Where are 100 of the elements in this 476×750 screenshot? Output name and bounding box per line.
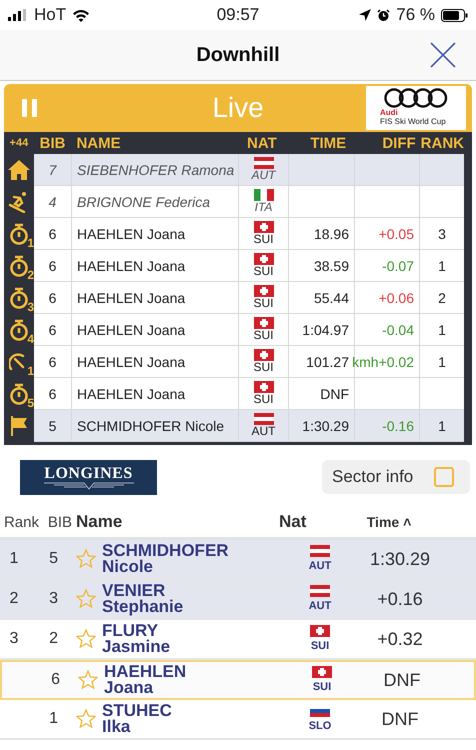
stopwatch-icon[interactable] (9, 383, 29, 405)
rank-text: 1 (10, 550, 18, 567)
clock-text: 09:57 (216, 5, 260, 25)
stopwatch-icon[interactable] (9, 255, 29, 277)
name-cell: SIEBENHOFER Ramona (72, 154, 239, 185)
athlete-name: FLURY Jasmine (102, 623, 172, 655)
rank-text: 2 (438, 290, 446, 306)
time-text: DNF (320, 386, 349, 402)
stopwatch-icon[interactable] (9, 223, 29, 245)
column-header: Nat (279, 512, 308, 532)
column-header: NAME (75, 134, 122, 152)
star-icon[interactable] (76, 709, 96, 729)
flag-icon (254, 221, 274, 233)
sector-number: 4 (27, 332, 34, 346)
nation-code: SUI (253, 297, 274, 310)
flag-icon (254, 349, 274, 361)
time-text: 38.59 (314, 258, 349, 274)
time-text: 1:04.97 (302, 322, 349, 338)
sector-info-toggle[interactable]: Sector info (322, 460, 470, 494)
nation-code: SUI (310, 640, 330, 653)
home-icon[interactable] (8, 160, 30, 180)
sponsor-text: FIS Ski World Cup (380, 117, 446, 126)
result-row[interactable]: 6 HAEHLEN Joana SUI DNF (0, 660, 476, 700)
athlete-name: SCHMIDHOFER Nicole (102, 543, 230, 575)
bib-cell: 6 (34, 282, 72, 313)
flag-icon (254, 189, 274, 201)
bib-cell: 5 (34, 410, 72, 441)
time-text: 18.96 (314, 226, 349, 242)
stopwatch-icon[interactable] (9, 319, 29, 341)
flag-icon[interactable] (9, 416, 29, 436)
rings-icon (384, 88, 448, 108)
bib-cell: 6 (34, 378, 72, 409)
nation-code: SUI (253, 361, 274, 374)
diff-text: kmh+0.02 (352, 354, 414, 370)
column-header: Rank (2, 514, 39, 530)
name-cell: SCHMIDHOFER Nicole (72, 410, 239, 441)
close-icon[interactable] (430, 42, 456, 68)
star-icon[interactable] (78, 670, 98, 690)
result-row[interactable]: 1 STUHEC Ilka SLO DNF (0, 700, 476, 740)
name-cell: HAEHLEN Joana (72, 314, 239, 345)
bib-cell: 7 (34, 154, 72, 185)
rank-text: 3 (438, 226, 446, 242)
nation-code: AUT (252, 425, 276, 438)
nation-code: SUI (253, 265, 274, 278)
battery-text: 76 % (396, 5, 435, 25)
wifi-icon (72, 8, 90, 22)
nation-code: AUT (252, 169, 276, 182)
rank-text: 1 (438, 354, 446, 370)
bib-cell: 6 (34, 250, 72, 281)
location-icon (359, 9, 372, 21)
column-header: +44 (8, 137, 30, 149)
name-cell: HAEHLEN Joana (72, 346, 239, 377)
flag-icon (254, 157, 274, 169)
timing-logo-text: LONGINES (44, 464, 133, 482)
name-cell: HAEHLEN Joana (72, 218, 239, 249)
bib-cell: 6 (34, 314, 72, 345)
checkbox[interactable] (434, 467, 454, 487)
stopwatch-icon[interactable] (9, 287, 29, 309)
rank-text: 1 (438, 418, 446, 434)
time-text: 1:30.29 (302, 418, 349, 434)
flag-icon (312, 666, 332, 678)
column-header: RANK (420, 134, 464, 152)
column-header[interactable]: Time ˄ (339, 514, 439, 530)
sector-info-label: Sector info (332, 467, 414, 487)
athlete-name: STUHEC Ilka (102, 703, 173, 735)
flag-icon (310, 585, 330, 597)
column-header: DIFF (381, 134, 417, 152)
nation-code: SUI (253, 329, 274, 342)
bib-text: 6 (50, 671, 60, 689)
diff-text: +0.06 (378, 290, 414, 306)
diff-text: +0.05 (378, 226, 414, 242)
battery-icon (441, 8, 468, 22)
rank-text: 2 (10, 590, 18, 607)
sector-number: 5 (27, 396, 34, 410)
star-icon[interactable] (76, 589, 96, 609)
result-row[interactable]: 2 3 VENIER Stephanie AUT +0.16 (0, 580, 476, 620)
carrier-text: HoT (34, 5, 66, 25)
bib-cell: 6 (34, 346, 72, 377)
star-icon[interactable] (76, 629, 96, 649)
time-text: DNF (380, 708, 420, 730)
bib-text: 3 (48, 590, 58, 608)
athlete-name: HAEHLEN Joana (104, 664, 188, 696)
alarm-icon (377, 8, 390, 22)
result-row[interactable]: 1 5 SCHMIDHOFER Nicole AUT 1:30.29 (0, 540, 476, 580)
time-text: 1:30.29 (368, 548, 432, 570)
column-header: BIB (38, 134, 67, 152)
sector-number: 1 (27, 364, 34, 378)
signal-icon (8, 9, 28, 21)
star-icon[interactable] (76, 549, 96, 569)
diff-text: -0.16 (382, 418, 414, 434)
name-cell: HAEHLEN Joana (72, 282, 239, 313)
time-text: 101.27 (306, 354, 349, 370)
time-text: 55.44 (314, 290, 349, 306)
bib-text: 1 (48, 710, 58, 728)
time-text: DNF (382, 670, 422, 690)
sponsor-brand: Audi (380, 108, 398, 117)
nation-code: SUI (253, 233, 274, 246)
column-header: Name (75, 512, 124, 532)
flag-icon (310, 545, 330, 557)
column-header: NAT (246, 134, 278, 152)
